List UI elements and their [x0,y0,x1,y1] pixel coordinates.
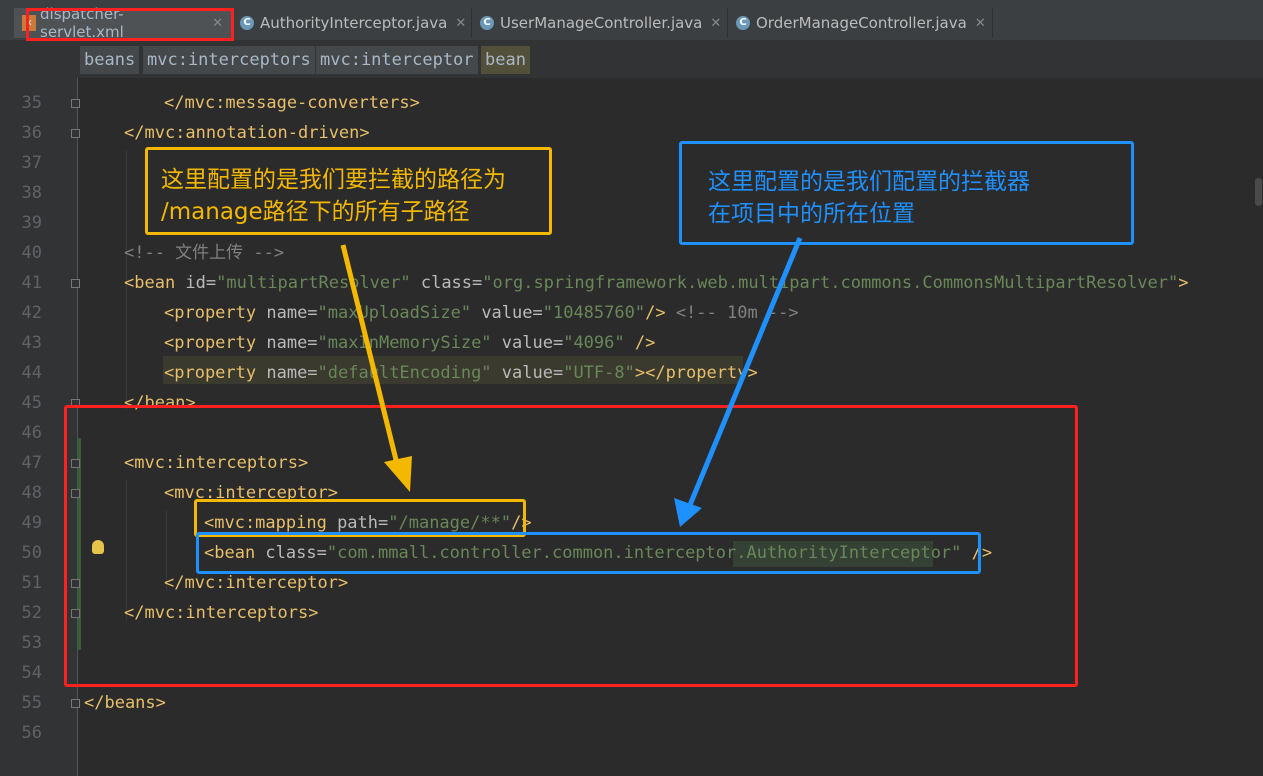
yellow-arrow [340,244,401,469]
blue-arrow [687,237,803,506]
annotation-arrows [340,237,803,527]
yellow-arrow-head [384,456,412,492]
blue-arrow-head [674,498,702,527]
